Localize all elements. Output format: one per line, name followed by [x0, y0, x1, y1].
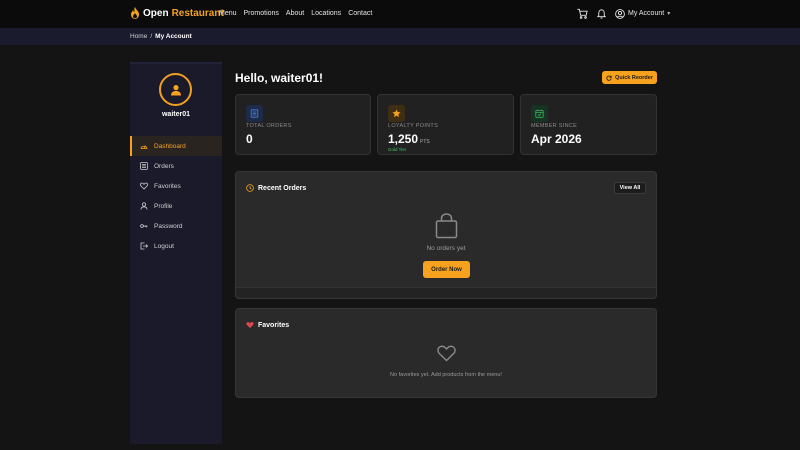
stat-value: 1,250 PTS: [388, 132, 430, 146]
stat-card-member-since: MEMBER SINCE Apr 2026: [520, 94, 657, 155]
heart-outline-icon: [437, 345, 456, 362]
panel-footer: [236, 287, 656, 298]
sidebar-item-orders[interactable]: Orders: [130, 156, 222, 176]
bell-icon[interactable]: [596, 8, 607, 19]
heart-icon: [140, 182, 148, 190]
sidebar-item-label: Profile: [154, 202, 173, 210]
sidebar-item-password[interactable]: Password: [130, 216, 222, 236]
stat-label: TOTAL ORDERS: [246, 123, 292, 129]
brand-name-first: Open: [143, 7, 169, 19]
stat-value-number: 1,250: [388, 132, 419, 146]
breadcrumb-home[interactable]: Home: [130, 33, 147, 40]
stat-card-loyalty-points: LOYALTY POINTS 1,250 PTS Gold Tier: [377, 94, 514, 155]
breadcrumb: Home / My Account: [130, 33, 192, 40]
speedometer-icon: [140, 145, 148, 149]
tier-badge: Gold Tier: [388, 147, 407, 152]
no-orders-text: No orders yet: [426, 245, 466, 252]
stat-label: MEMBER SINCE: [531, 123, 578, 129]
account-menu[interactable]: My Account ▾: [615, 8, 671, 19]
shopping-bag-icon: [435, 213, 458, 239]
quick-reorder-button[interactable]: Quick Reorder: [602, 71, 657, 84]
refresh-icon: [606, 75, 612, 81]
nav-link-locations[interactable]: Locations: [311, 10, 341, 17]
stat-card-total-orders: TOTAL ORDERS 0: [235, 94, 371, 155]
receipt-icon: [246, 105, 263, 122]
key-icon: [140, 224, 148, 228]
account-label: My Account: [628, 10, 665, 17]
stat-value-number: 0: [246, 132, 253, 146]
nav-link-menu[interactable]: Menu: [219, 10, 237, 17]
order-now-button[interactable]: Order Now: [423, 261, 470, 278]
flame-icon: [131, 7, 139, 19]
stat-value-number: Apr 2026: [531, 132, 582, 146]
sidebar-item-label: Dashboard: [154, 142, 186, 150]
nav-link-promotions[interactable]: Promotions: [244, 10, 279, 17]
calendar-icon: [531, 105, 548, 122]
recent-orders-panel: Recent Orders View All No orders yet Ord…: [235, 171, 657, 299]
breadcrumb-separator: /: [150, 33, 153, 40]
page-title: Hello, waiter01!: [235, 71, 324, 85]
account-sidebar: waiter01 Dashboard Orders Favorites Prof…: [130, 62, 222, 444]
nav-actions: My Account ▾: [577, 8, 670, 19]
quick-reorder-label: Quick Reorder: [615, 74, 653, 81]
favorites-heading: Favorites: [258, 321, 290, 329]
heart-icon: [246, 322, 254, 328]
clock-icon: [246, 184, 254, 192]
breadcrumb-bar: Home / My Account: [0, 28, 800, 45]
nav-links: Menu Promotions About Locations Contact: [219, 10, 372, 17]
recent-orders-title: Recent Orders: [246, 184, 306, 192]
recent-orders-heading: Recent Orders: [258, 184, 307, 192]
favorites-title: Favorites: [246, 321, 289, 329]
stat-value: Apr 2026: [531, 132, 582, 146]
star-icon: [388, 105, 405, 122]
logout-icon: [140, 242, 148, 250]
brand-name-second: Restaurant: [171, 7, 224, 19]
stat-label: LOYALTY POINTS: [388, 123, 439, 129]
no-favorites-text: No favorites yet. Add products from the …: [390, 372, 502, 378]
sidebar-item-dashboard[interactable]: Dashboard: [130, 136, 222, 156]
sidebar-item-label: Orders: [154, 162, 174, 170]
top-nav: Open Restaurant Menu Promotions About Lo…: [0, 0, 800, 28]
favorites-panel: Favorites No favorites yet. Add products…: [235, 308, 657, 398]
nav-link-contact[interactable]: Contact: [348, 10, 372, 17]
avatar: [159, 73, 192, 106]
stat-unit: PTS: [420, 139, 430, 145]
stat-value: 0: [246, 132, 253, 146]
sidebar-item-label: Logout: [154, 242, 174, 250]
view-all-button[interactable]: View All: [614, 182, 646, 194]
sidebar-item-profile[interactable]: Profile: [130, 196, 222, 216]
nav-link-about[interactable]: About: [286, 10, 304, 17]
sidebar-item-label: Password: [154, 222, 183, 230]
sidebar-item-favorites[interactable]: Favorites: [130, 176, 222, 196]
sidebar-username: waiter01: [161, 111, 191, 118]
user-circle-icon: [615, 8, 625, 19]
sidebar-item-label: Favorites: [154, 182, 181, 190]
brand-logo[interactable]: Open Restaurant: [130, 7, 224, 19]
chevron-down-icon: ▾: [667, 11, 671, 17]
user-icon: [170, 84, 181, 95]
cart-icon[interactable]: [577, 8, 588, 19]
sidebar-menu: Dashboard Orders Favorites Profile Passw…: [130, 136, 222, 256]
sidebar-item-logout[interactable]: Logout: [130, 236, 222, 256]
user-icon: [140, 202, 148, 210]
list-icon: [140, 162, 148, 170]
breadcrumb-current: My Account: [155, 33, 192, 40]
